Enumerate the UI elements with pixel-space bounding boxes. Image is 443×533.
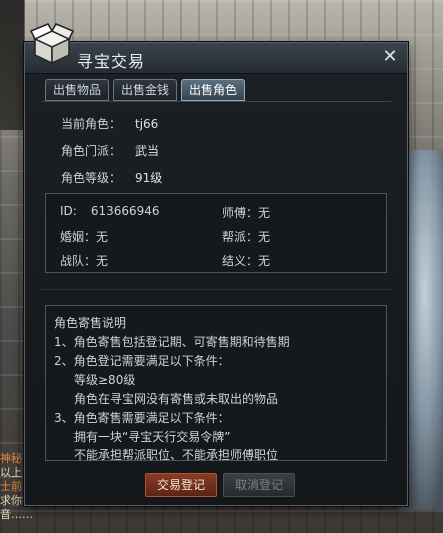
dialog-title: 寻宝交易: [77, 52, 146, 71]
instruction-line: 1、角色寄售包括登记期、可寄售期和待售期: [54, 335, 290, 349]
close-icon[interactable]: ✕: [381, 48, 399, 66]
sworn-cell: 结义：无: [222, 252, 270, 269]
character-sect-value: 武当: [135, 144, 160, 158]
instruction-line: 拥有一块“寻宝天行交易令牌”: [74, 430, 231, 444]
team-label: 战队：: [60, 254, 97, 268]
treasure-trade-dialog: 寻宝交易 ✕ 出售物品 出售金钱 出售角色 当前角色： tj66 角色门派： 武当 …: [24, 23, 408, 506]
section-divider: [39, 289, 393, 290]
tab-sell-items[interactable]: 出售物品: [45, 79, 109, 101]
master-value: 无: [258, 206, 271, 220]
tab-sell-money[interactable]: 出售金钱: [113, 79, 177, 101]
master-cell: 师傅：无: [222, 204, 270, 221]
instruction-line: 等级≥80级: [74, 373, 136, 387]
tab-divider: [41, 101, 391, 102]
character-name-label: 当前角色：: [61, 117, 122, 131]
character-level-row: 角色等级： 91级: [61, 169, 261, 187]
id-value: 613666946: [90, 204, 160, 218]
sworn-value: 无: [258, 254, 271, 268]
character-name-value: tj66: [135, 117, 159, 131]
consignment-instructions: 角色寄售说明 1、角色寄售包括登记期、可寄售期和待售期 2、角色登记需要满足以下…: [45, 305, 387, 462]
team-cell: 战队：无: [60, 252, 108, 269]
instruction-line: 2、角色登记需要满足以下条件：: [54, 354, 230, 368]
marriage-cell: 婚姻：无: [60, 228, 108, 245]
sworn-label: 结义：: [222, 254, 259, 268]
character-name-row: 当前角色： tj66: [61, 115, 261, 133]
marriage-value: 无: [96, 230, 109, 244]
treasure-box-icon: [29, 23, 75, 65]
character-level-label: 角色等级：: [61, 171, 122, 185]
id-label: ID:: [60, 204, 77, 218]
tab-sell-character[interactable]: 出售角色: [181, 79, 245, 101]
background-side-panel: [0, 0, 25, 130]
marriage-label: 婚姻：: [60, 230, 97, 244]
id-cell: ID: 613666946: [60, 204, 160, 218]
character-details-box: ID: 613666946 师傅：无 婚姻：无 帮派：无 战队：无 结义：无: [45, 193, 387, 273]
instruction-line: 角色在寻宝网没有寄售或未取出的物品: [74, 392, 279, 406]
team-value: 无: [96, 254, 109, 268]
guild-cell: 帮派：无: [222, 228, 270, 245]
instruction-line: 3、角色寄售需要满足以下条件：: [54, 411, 230, 425]
character-sect-row: 角色门派： 武当: [61, 142, 261, 160]
character-level-value: 91级: [135, 171, 163, 185]
cancel-register-button[interactable]: 取消登记: [223, 473, 295, 497]
character-sect-label: 角色门派：: [61, 144, 122, 158]
guild-label: 帮派：: [222, 230, 259, 244]
master-label: 师傅：: [222, 206, 259, 220]
instruction-line: 不能承担帮派职位、不能承担师傅职位: [74, 448, 279, 462]
guild-value: 无: [258, 230, 271, 244]
dialog-titlebar[interactable]: 寻宝交易 ✕: [25, 23, 407, 74]
chat-line: 音……: [0, 508, 33, 521]
instructions-title: 角色寄售说明: [54, 316, 127, 330]
trade-register-button[interactable]: 交易登记: [145, 473, 217, 497]
